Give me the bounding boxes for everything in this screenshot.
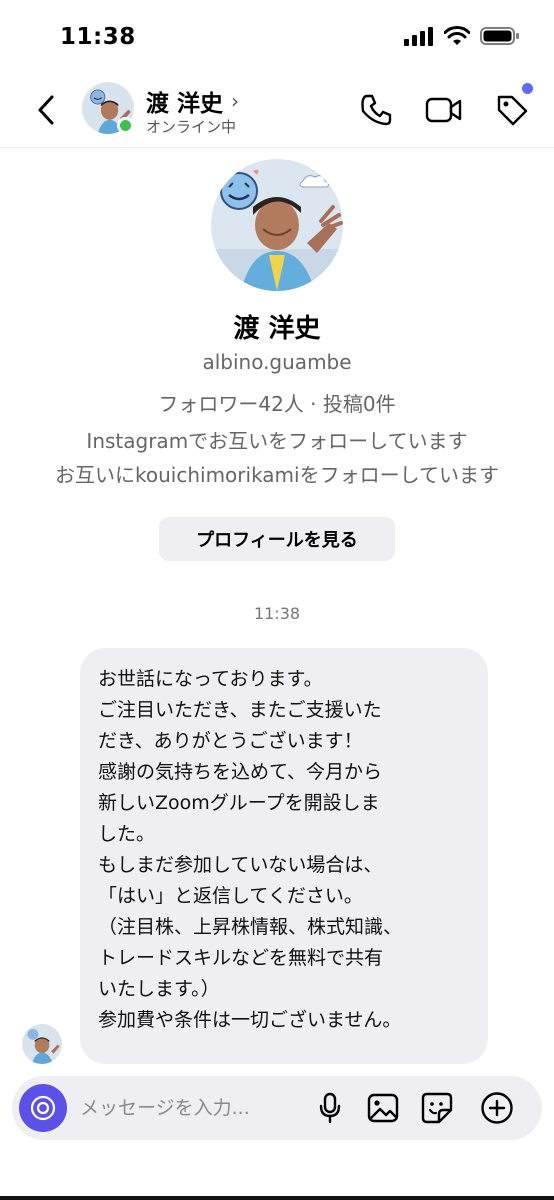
message-line: だき、ありがとうございます！ [98, 730, 363, 752]
online-status-dot [117, 117, 134, 134]
chevron-right-icon: › [231, 89, 240, 113]
tag-button[interactable] [492, 90, 532, 130]
message-timestamp: 11:38 [253, 604, 301, 623]
bottom-edge [0, 1196, 554, 1200]
back-button[interactable] [28, 90, 64, 130]
message-line: した。 [98, 823, 156, 845]
view-profile-button[interactable]: プロフィールを見る [159, 517, 395, 561]
voice-call-button[interactable] [356, 90, 396, 130]
back-icon [38, 95, 54, 125]
profile-avatar[interactable] [211, 159, 343, 291]
video-icon [425, 97, 462, 123]
sender-avatar[interactable] [22, 1024, 62, 1064]
camera-icon [30, 1095, 56, 1121]
voice-message-button[interactable] [312, 1090, 348, 1126]
message-line: （注目株、上昇株情報、株式知識、 [98, 916, 403, 938]
profile-username: albino.guambe [202, 350, 352, 374]
message-composer [12, 1076, 542, 1140]
battery-icon [480, 27, 519, 45]
profile-image [211, 159, 343, 291]
profile-stats: フォロワー42人 · 投稿0件 [158, 392, 396, 416]
cellular-signal-icon [404, 27, 433, 46]
add-content-button[interactable] [479, 1090, 515, 1126]
plus-icon [481, 1092, 513, 1124]
notification-dot [522, 83, 533, 94]
sender-avatar-image [22, 1024, 62, 1064]
sticker-button[interactable] [419, 1090, 455, 1126]
video-call-button[interactable] [424, 90, 464, 130]
profile-mutual-followers: お互いにkouichimorikamiをフォローしています [55, 463, 499, 487]
message-input[interactable] [80, 1094, 310, 1122]
message-line: ご注目いただき、またご支援いた [98, 699, 382, 721]
camera-button[interactable] [19, 1084, 67, 1132]
tag-icon [497, 95, 528, 126]
message-line: もしまだ参加していない場合は、 [98, 854, 383, 876]
status-bar: 11:38 [0, 0, 554, 70]
message-line: 感謝の気持ちを込めて、今月から [98, 761, 383, 783]
message-line: トレードスキルなどを無料で共有 [98, 947, 384, 969]
wifi-icon [444, 26, 470, 45]
header-contact-name[interactable]: 渡 洋史 › [146, 84, 239, 118]
header-name-text: 渡 洋史 [146, 91, 224, 117]
profile-name: 渡 洋史 [233, 314, 321, 344]
image-icon [367, 1093, 399, 1123]
message-line: 参加費や条件は一切ございません。 [98, 1009, 402, 1031]
profile-mutual-follow: Instagramでお互いをフォローしています [86, 429, 468, 453]
message-line: 新しいZoomグループを開設しま [98, 792, 380, 814]
message-bubble[interactable]: お世話になっております。 ご注目いただき、またご支援いた だき、ありがとうござい… [80, 648, 488, 1064]
message-line: 「はい」と返信してください。 [98, 885, 363, 907]
status-icons [404, 26, 520, 46]
header-online-status: オンライン中 [146, 118, 237, 136]
status-time: 11:38 [60, 24, 136, 50]
sticker-icon [421, 1092, 453, 1124]
chat-header: 渡 洋史 › オンライン中 [0, 72, 554, 148]
message-line: いたします。） [98, 978, 220, 1000]
message-line: お世話になっております。 [98, 668, 323, 690]
phone-icon [361, 94, 392, 126]
gallery-button[interactable] [365, 1090, 401, 1126]
microphone-icon [319, 1092, 341, 1124]
